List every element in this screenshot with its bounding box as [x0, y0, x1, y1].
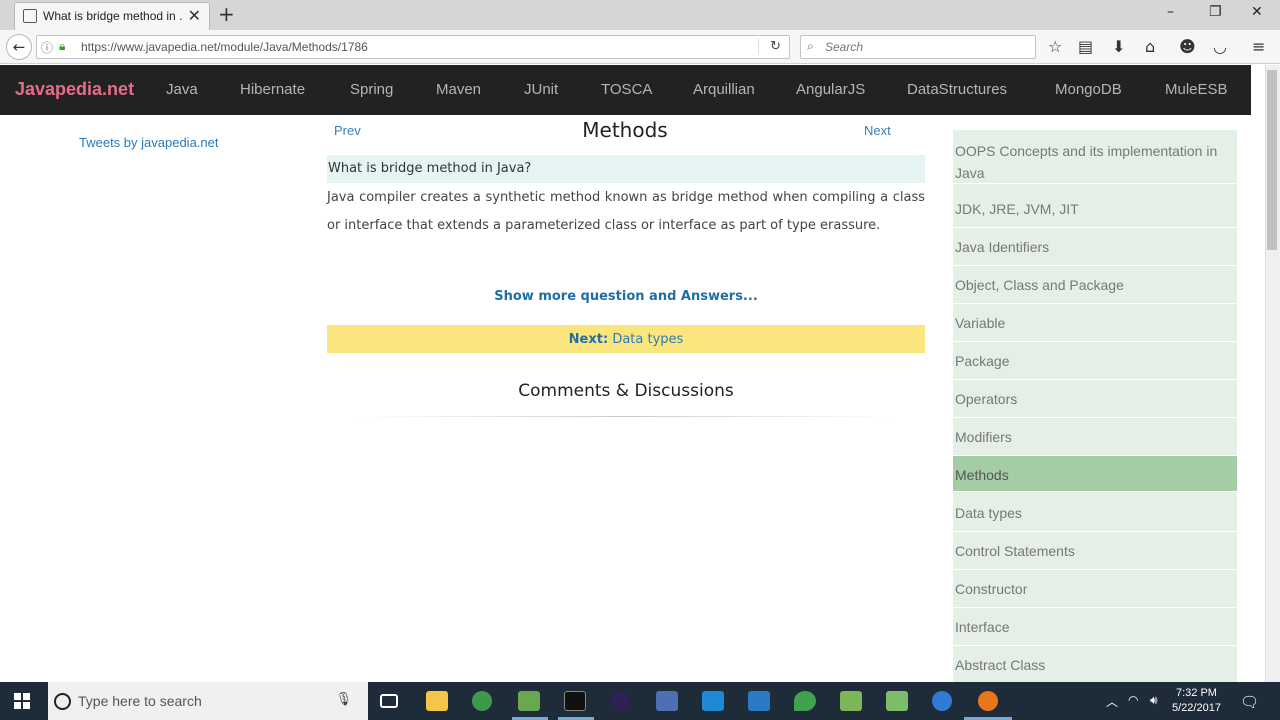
edge-icon[interactable] — [932, 691, 952, 711]
eclipse-icon[interactable] — [610, 691, 630, 711]
nav-arquillian[interactable]: Arquillian — [693, 81, 755, 98]
sidebar-item-identifiers[interactable]: Java Identifiers — [953, 228, 1237, 266]
nav-datastructures[interactable]: DataStructures — [907, 81, 1007, 98]
volume-icon[interactable]: 🔊︎ — [1150, 693, 1158, 708]
sidebar-item-methods[interactable]: Methods — [953, 456, 1237, 492]
browser-search-input[interactable]: ⌕ Search — [800, 35, 1036, 59]
nav-mongodb[interactable]: MongoDB — [1055, 81, 1122, 98]
sidebar-item-control-statements[interactable]: Control Statements — [953, 532, 1237, 570]
nav-java[interactable]: Java — [166, 81, 198, 98]
nav-muleesb[interactable]: MuleESB — [1165, 81, 1228, 98]
sidebar-item-object-class[interactable]: Object, Class and Package — [953, 266, 1237, 304]
browser-nav-bar: ← ⓘ 🔒︎ https://www.javapedia.net/module/… — [0, 30, 1280, 64]
page-title: Methods — [582, 118, 668, 142]
sidebar-item-jdk[interactable]: JDK, JRE, JVM, JIT — [953, 190, 1237, 228]
chat-icon[interactable]: ☻ — [1179, 37, 1196, 56]
show-more-link[interactable]: Show more question and Answers... — [327, 289, 925, 304]
sidebar-item-package[interactable]: Package — [953, 342, 1237, 380]
terminal-icon[interactable] — [564, 691, 586, 711]
sidebar-item-abstract-class[interactable]: Abstract Class — [953, 646, 1237, 684]
comments-heading: Comments & Discussions — [518, 381, 734, 401]
wifi-icon[interactable]: ◠ — [1128, 693, 1138, 707]
nav-junit[interactable]: JUnit — [524, 81, 558, 98]
app-icon-3[interactable] — [794, 691, 816, 711]
microphone-icon[interactable]: 🎙︎ — [335, 692, 352, 707]
task-view-icon[interactable] — [380, 694, 398, 708]
app-icon-5[interactable] — [886, 691, 908, 711]
minimize-icon[interactable]: – — [1167, 4, 1174, 20]
browser-tab[interactable]: What is bridge method in ... ✕ — [14, 2, 210, 30]
nav-spring[interactable]: Spring — [350, 81, 393, 98]
clock-date: 5/22/2017 — [1172, 702, 1221, 714]
restore-icon[interactable]: ❐ — [1209, 4, 1222, 20]
windows-start-icon[interactable] — [14, 693, 30, 709]
bookmark-star-icon[interactable]: ☆ — [1048, 37, 1062, 56]
next-topic-bar: Next: Data types — [327, 325, 925, 353]
question-box: What is bridge method in Java? — [327, 155, 925, 183]
site-logo[interactable]: Javapedia.net — [15, 79, 134, 100]
browser-tab-bar: What is bridge method in ... ✕ + – ❐ ✕ — [0, 0, 1280, 30]
sidebar-item-variable[interactable]: Variable — [953, 304, 1237, 342]
taskbar-search-input[interactable]: Type here to search 🎙︎ — [48, 682, 368, 720]
answer-text: Java compiler creates a synthetic method… — [327, 190, 925, 233]
chrome-icon[interactable] — [472, 691, 492, 711]
app-icon-2[interactable] — [656, 691, 678, 711]
tab-title: What is bridge method in ... — [43, 9, 183, 23]
nav-angularjs[interactable]: AngularJS — [796, 81, 865, 98]
sidebar-item-oops[interactable]: OOPS Concepts and its implementation in … — [953, 140, 1237, 184]
visual-studio-icon[interactable] — [748, 691, 770, 711]
new-tab-icon[interactable]: + — [218, 2, 235, 26]
tweets-link[interactable]: Tweets by javapedia.net — [79, 135, 218, 150]
nav-maven[interactable]: Maven — [436, 81, 481, 98]
app-icon-4[interactable] — [840, 691, 862, 711]
next-topic-link[interactable]: Data types — [612, 332, 683, 347]
home-icon[interactable]: ⌂ — [1145, 37, 1155, 56]
clock-time: 7:32 PM — [1175, 687, 1217, 699]
url-divider — [758, 39, 759, 55]
page-favicon-icon — [23, 9, 37, 23]
topic-sidebar: OOPS Concepts and its implementation in … — [953, 130, 1237, 684]
lock-icon: 🔒︎ — [59, 39, 66, 53]
action-center-icon[interactable]: 🗨︎ — [1240, 693, 1259, 711]
sidebar-item-modifiers[interactable]: Modifiers — [953, 418, 1237, 456]
reload-icon[interactable]: ↻ — [770, 39, 781, 54]
url-text: https://www.javapedia.net/module/Java/Me… — [81, 40, 368, 54]
next-link[interactable]: Next — [864, 123, 891, 138]
search-icon: ⌕ — [807, 39, 814, 53]
prev-link[interactable]: Prev — [334, 123, 361, 138]
sidebar-item-operators[interactable]: Operators — [953, 380, 1237, 418]
sidebar-item-interface[interactable]: Interface — [953, 608, 1237, 646]
url-bar[interactable]: ⓘ 🔒︎ https://www.javapedia.net/module/Ja… — [36, 35, 790, 59]
system-clock[interactable]: 7:32 PM 5/22/2017 — [1172, 686, 1221, 716]
app-icon-1[interactable] — [518, 691, 540, 711]
scrollbar-thumb[interactable] — [1267, 70, 1277, 250]
sidebar-item-constructor[interactable]: Constructor — [953, 570, 1237, 608]
window-close-icon[interactable]: ✕ — [1251, 4, 1263, 20]
cortana-icon — [54, 693, 71, 710]
site-header: Javapedia.net Java Hibernate Spring Mave… — [0, 65, 1251, 115]
pocket-icon[interactable]: ◡ — [1213, 37, 1227, 56]
comments-divider — [357, 416, 897, 417]
firefox-icon[interactable] — [978, 691, 998, 711]
taskbar-search-placeholder: Type here to search — [78, 693, 202, 709]
next-topic-label: Next: — [568, 332, 609, 347]
question-text: What is bridge method in Java? — [328, 161, 532, 176]
menu-icon[interactable]: ≡ — [1252, 37, 1265, 56]
search-placeholder: Search — [825, 40, 864, 54]
reading-list-icon[interactable]: ▤ — [1078, 37, 1093, 56]
close-tab-icon[interactable]: ✕ — [188, 6, 201, 25]
windows-taskbar: Type here to search 🎙︎ ︿ ◠ 🔊︎ 7:32 PM 5/… — [0, 682, 1280, 720]
file-explorer-icon[interactable] — [426, 691, 448, 711]
download-icon[interactable]: ⬇ — [1112, 37, 1125, 56]
nav-tosca[interactable]: TOSCA — [601, 81, 652, 98]
mail-icon[interactable] — [702, 691, 724, 711]
info-icon[interactable]: ⓘ — [41, 39, 53, 56]
sidebar-item-data-types[interactable]: Data types — [953, 494, 1237, 532]
back-button[interactable]: ← — [6, 34, 32, 60]
tray-chevron-icon[interactable]: ︿ — [1106, 693, 1118, 710]
nav-hibernate[interactable]: Hibernate — [240, 81, 305, 98]
